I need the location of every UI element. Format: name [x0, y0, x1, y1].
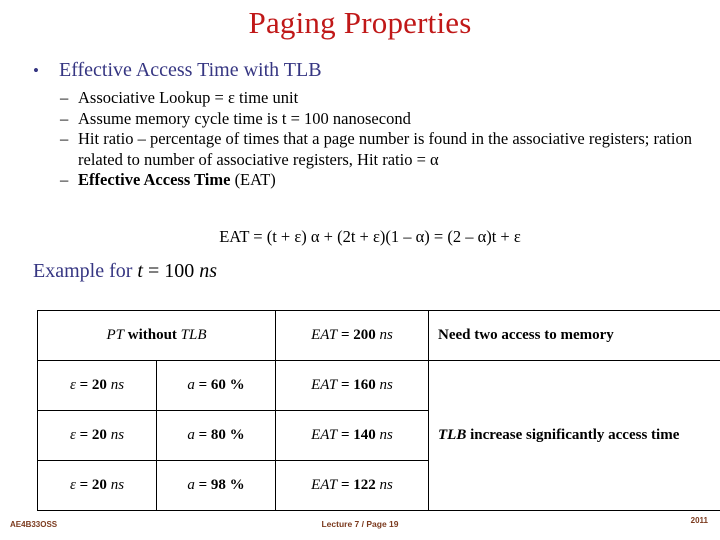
cell-alpha: a = 98 % [156, 460, 276, 511]
cell-eat: EAT = 140 ns [275, 410, 429, 461]
eat-unit: ns [379, 427, 393, 443]
sub-bullet-list: – Associative Lookup = ε time unit – Ass… [60, 88, 692, 191]
cell-eat: EAT = 160 ns [275, 360, 429, 411]
bullet-item-effective-access-time: • Effective Access Time with TLB [33, 58, 693, 83]
example-heading-value: = 100 [142, 260, 200, 282]
list-item: – Assume memory cycle time is t = 100 na… [60, 109, 692, 130]
example-heading: Example for t = 100 ns [33, 258, 217, 284]
alpha-symbol: a [187, 477, 195, 493]
footer-lecture-page: Lecture 7 / Page 19 [321, 519, 399, 529]
en-dash-icon: – [60, 108, 69, 128]
epsilon-value: = 20 [75, 477, 111, 493]
example-heading-prefix: Example for [33, 260, 138, 282]
bullet-dot-icon: • [33, 61, 39, 80]
cell-alpha: a = 80 % [156, 410, 276, 461]
eat-formula: EAT = (t + ε) α + (2t + ε)(1 – α) = (2 –… [219, 227, 521, 246]
eat-value: = 122 [337, 477, 380, 493]
list-item-effective-access-time: – Effective Access Time (EAT) [60, 170, 692, 191]
eat-value: = 160 [337, 377, 380, 393]
table-header-eat: EAT = 200 ns [275, 310, 429, 361]
merged-note-symbol: TLB [438, 427, 467, 443]
eat-value: = 140 [337, 427, 380, 443]
epsilon-unit: ns [110, 477, 125, 493]
table-header-note: Need two access to memory [428, 310, 720, 361]
alpha-symbol: a [187, 427, 195, 443]
list-item-label: Effective Access Time (EAT) [78, 170, 692, 191]
en-dash-icon: – [60, 88, 69, 107]
epsilon-unit: ns [110, 377, 125, 393]
eat-unit: ns [379, 477, 393, 493]
eat-unit: ns [379, 377, 393, 393]
list-item: – Associative Lookup = ε time unit [60, 88, 692, 109]
table-header-pt-without-tlb: PT without TLB [37, 310, 276, 361]
cell-epsilon: ε = 20 ns [37, 360, 157, 411]
eat-symbol: EAT [311, 477, 338, 493]
list-item-label: Assume memory cycle time is t = 100 nano… [78, 108, 411, 128]
footer-year: 2011 [690, 516, 708, 525]
eat-symbol: EAT [311, 427, 338, 443]
list-item-label: Hit ratio – percentage of times that a p… [78, 129, 692, 169]
cell-epsilon: ε = 20 ns [37, 460, 157, 511]
list-item-label-rest: (EAT) [230, 170, 276, 190]
alpha-value: = 80 % [194, 427, 245, 443]
header-eat-unit: ns [379, 327, 393, 343]
list-item: – Hit ratio – percentage of times that a… [60, 129, 692, 170]
table-cell-merged-note: TLB increase significantly access time [428, 360, 720, 511]
example-heading-unit: ns [199, 260, 218, 282]
en-dash-icon: – [60, 129, 69, 149]
header-without-label: without [123, 327, 181, 343]
results-table: PT without TLB EAT = 200 ns Need two acc… [37, 310, 720, 511]
alpha-value: = 60 % [194, 377, 245, 393]
cell-eat: EAT = 122 ns [275, 460, 429, 511]
list-item-label-bold: Effective Access Time [78, 170, 231, 190]
epsilon-unit: ns [110, 427, 125, 443]
alpha-symbol: a [187, 377, 195, 393]
header-eat-value: = 200 [337, 327, 380, 343]
epsilon-value: = 20 [75, 377, 111, 393]
header-pt-label: PT [106, 327, 124, 343]
page-title: Paging Properties [248, 5, 472, 40]
header-eat-symbol: EAT [311, 327, 338, 343]
en-dash-icon: – [60, 170, 69, 190]
eat-symbol: EAT [311, 377, 338, 393]
table-header-row: PT without TLB EAT = 200 ns Need two acc… [37, 310, 720, 361]
epsilon-value: = 20 [75, 427, 111, 443]
list-item-label: Associative Lookup = ε time unit [78, 88, 299, 107]
merged-note-text: increase significantly access time [466, 427, 680, 443]
cell-epsilon: ε = 20 ns [37, 410, 157, 461]
table-row: ε = 20 ns a = 60 % EAT = 160 ns TLB incr… [37, 360, 720, 511]
alpha-value: = 98 % [194, 477, 245, 493]
bullet-label: Effective Access Time with TLB [59, 59, 322, 81]
cell-alpha: a = 60 % [156, 360, 276, 411]
header-tlb-label: TLB [180, 327, 207, 343]
